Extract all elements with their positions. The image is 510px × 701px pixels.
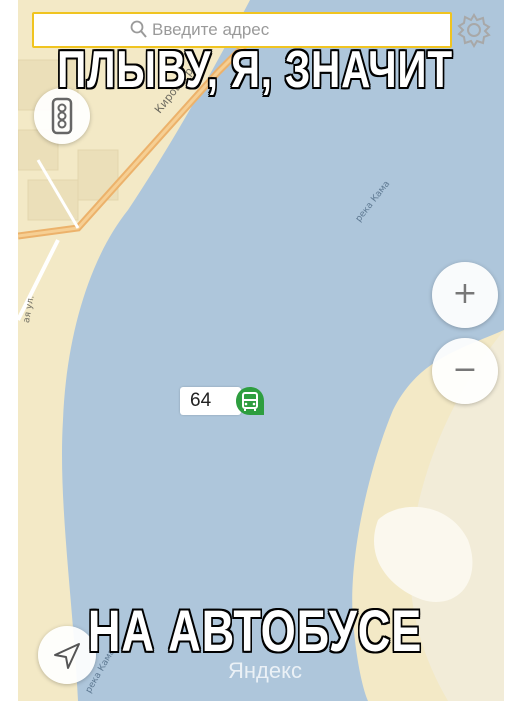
zoom-in-label: + [452,276,478,311]
route-number-label: 64 [180,387,242,415]
screenshot: Кировогр река Кама ая ул. река Кама Введ… [0,0,510,701]
traffic-light-icon [51,97,73,135]
zoom-out-button[interactable]: − [432,338,498,404]
meme-caption-top: ПЛЫВУ, Я, ЗНАЧИТ [57,41,453,99]
search-input[interactable] [152,18,402,42]
search-icon [130,20,147,38]
map-view[interactable]: Кировогр река Кама ая ул. река Кама Введ… [18,0,504,701]
zoom-out-label: − [452,352,478,387]
bus-icon [236,387,264,415]
meme-caption-bottom: НА АВТОБУСЕ [87,599,423,664]
gear-icon[interactable] [454,10,494,50]
zoom-in-button[interactable]: + [432,262,498,328]
